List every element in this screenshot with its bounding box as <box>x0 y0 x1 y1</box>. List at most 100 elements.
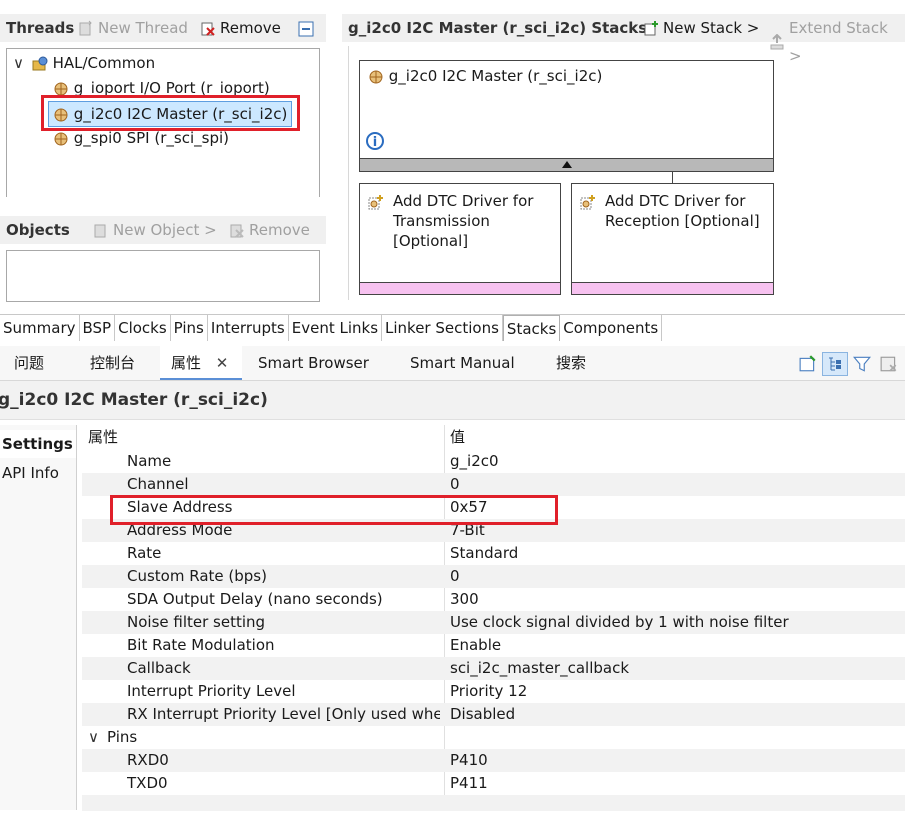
config-tabs: Summary BSP Clocks Pins Interrupts Event… <box>0 315 663 341</box>
remove-object-button[interactable]: Remove <box>229 216 310 244</box>
tree-item-label: g_spi0 SPI (r_sci_spi) <box>73 129 229 147</box>
property-key: Rate <box>127 544 162 562</box>
chevron-down-icon[interactable]: ∨ <box>88 726 99 749</box>
highlight-box <box>110 495 558 525</box>
properties-title: g_i2c0 I2C Master (r_sci_i2c) <box>0 390 268 410</box>
property-key: Callback <box>127 659 191 677</box>
property-value[interactable]: sci_i2c_master_callback <box>450 657 629 680</box>
property-row-bit-rate-modulation[interactable]: Bit Rate Modulation Enable <box>82 634 905 657</box>
module-icon <box>54 132 68 145</box>
tab-search[interactable]: 搜索 <box>556 346 586 380</box>
collapse-all-button[interactable] <box>298 19 314 36</box>
tab-components[interactable]: Components <box>560 315 663 341</box>
tab-pins[interactable]: Pins <box>171 315 208 341</box>
module-icon <box>369 70 383 83</box>
extend-stack-button[interactable]: Extend Stack > <box>769 14 905 70</box>
triangle-up-icon <box>561 161 572 168</box>
property-value[interactable]: 0 <box>450 473 460 496</box>
property-row-txd0[interactable]: TXD0 P411 <box>82 772 905 795</box>
property-table-header: 属性 值 <box>82 425 905 449</box>
collapse-all-icon <box>298 21 314 36</box>
stack-submodule-strip <box>572 282 773 294</box>
tab-linker-sections[interactable]: Linker Sections <box>382 315 503 341</box>
property-key: Bit Rate Modulation <box>127 636 275 654</box>
property-row-sda-output-delay[interactable]: SDA Output Delay (nano seconds) 300 <box>82 588 905 611</box>
tab-smart-manual[interactable]: Smart Manual <box>410 346 515 380</box>
stack-submodule-dtc-tx[interactable]: Add DTC Driver for Transmission [Optiona… <box>359 183 561 295</box>
side-tab-settings[interactable]: Settings <box>0 430 76 458</box>
tab-summary[interactable]: Summary <box>0 315 80 341</box>
new-thread-label: New Thread <box>98 19 188 37</box>
remove-icon <box>201 22 215 36</box>
show-categories-button[interactable] <box>822 352 848 376</box>
new-object-icon <box>94 224 106 238</box>
property-value[interactable]: 0 <box>450 565 460 588</box>
stack-submodule-strip <box>360 282 560 294</box>
side-tab-api-info[interactable]: API Info <box>0 460 76 486</box>
pin-view-icon[interactable] <box>799 355 817 373</box>
remove-thread-label: Remove <box>220 19 281 37</box>
stack-connector <box>672 171 673 183</box>
property-row-rx-interrupt-priority[interactable]: RX Interrupt Priority Level [Only used w… <box>82 703 905 726</box>
property-value[interactable]: P410 <box>450 749 488 772</box>
tab-bsp[interactable]: BSP <box>80 315 116 341</box>
stacks-title: g_i2c0 I2C Master (r_sci_i2c) Stacks <box>348 19 648 37</box>
highlight-box <box>41 95 300 131</box>
property-value[interactable]: 300 <box>450 588 479 611</box>
tab-smart-browser[interactable]: Smart Browser <box>258 346 369 380</box>
restore-defaults-icon[interactable] <box>880 355 898 373</box>
tree-group-label: HAL/Common <box>52 54 156 72</box>
filter-icon[interactable] <box>853 355 871 373</box>
property-row-custom-rate[interactable]: Custom Rate (bps) 0 <box>82 565 905 588</box>
stack-module-main[interactable]: g_i2c0 I2C Master (r_sci_i2c) i <box>359 60 774 172</box>
remove-thread-button[interactable]: Remove <box>200 14 281 42</box>
property-key: Channel <box>127 475 189 493</box>
property-row-callback[interactable]: Callback sci_i2c_master_callback <box>82 657 905 680</box>
property-value[interactable]: g_i2c0 <box>450 450 499 473</box>
tab-problems[interactable]: 问题 <box>14 346 44 380</box>
property-value[interactable]: Use clock signal divided by 1 with noise… <box>450 611 789 634</box>
tab-properties[interactable]: 属性 ✕ <box>160 346 242 380</box>
new-thread-button[interactable]: New Thread <box>78 14 188 42</box>
new-object-button[interactable]: New Object > <box>93 216 217 244</box>
property-key: TXD0 <box>127 774 168 792</box>
property-row-rxd0[interactable]: RXD0 P410 <box>82 749 905 772</box>
property-row-channel[interactable]: Channel 0 <box>82 473 905 496</box>
chevron-down-icon[interactable]: ∨ <box>13 51 27 75</box>
tab-interrupts[interactable]: Interrupts <box>208 315 289 341</box>
property-value[interactable]: Enable <box>450 634 501 657</box>
properties-side-tabs: Settings API Info <box>0 425 77 810</box>
objects-title: Objects <box>6 221 70 239</box>
folder-gear-icon <box>32 56 48 70</box>
categories-icon <box>829 357 841 371</box>
property-row-interrupt-priority[interactable]: Interrupt Priority Level Priority 12 <box>82 680 905 703</box>
tab-stacks[interactable]: Stacks <box>502 315 561 341</box>
tab-console[interactable]: 控制台 <box>90 346 135 380</box>
threads-title: Threads <box>6 19 75 37</box>
property-group-pins[interactable]: ∨ Pins <box>82 726 905 749</box>
remove-icon <box>230 224 244 238</box>
stack-module-expander[interactable] <box>360 158 773 171</box>
remove-object-label: Remove <box>249 221 310 239</box>
property-value[interactable]: Disabled <box>450 703 515 726</box>
property-key: RX Interrupt Priority Level [Only used w… <box>127 705 440 723</box>
extend-stack-icon <box>770 34 784 50</box>
new-stack-button[interactable]: New Stack > <box>643 14 759 42</box>
tree-group-hal-common[interactable]: ∨ HAL/Common <box>13 51 155 75</box>
property-value[interactable]: Standard <box>450 542 518 565</box>
stack-submodule-dtc-rx[interactable]: Add DTC Driver for Reception [Optional] <box>571 183 774 295</box>
stacks-canvas-edge <box>348 46 349 300</box>
stack-submodule-label: Add DTC Driver for Reception [Optional] <box>605 192 760 230</box>
property-value[interactable]: Priority 12 <box>450 680 527 703</box>
property-value[interactable]: P411 <box>450 772 488 795</box>
property-row-rate[interactable]: Rate Standard <box>82 542 905 565</box>
tab-event-links[interactable]: Event Links <box>289 315 383 341</box>
info-icon[interactable]: i <box>366 132 384 150</box>
stack-submodule-label: Add DTC Driver for Transmission [Optiona… <box>393 192 534 250</box>
close-icon[interactable]: ✕ <box>216 354 229 372</box>
property-row-noise-filter[interactable]: Noise filter setting Use clock signal di… <box>82 611 905 634</box>
property-row-name[interactable]: Name g_i2c0 <box>82 450 905 473</box>
extend-stack-label: Extend Stack > <box>788 19 888 65</box>
view-tabs-bar: 问题 控制台 属性 ✕ Smart Browser Smart Manual 搜… <box>0 346 905 381</box>
tab-clocks[interactable]: Clocks <box>115 315 171 341</box>
